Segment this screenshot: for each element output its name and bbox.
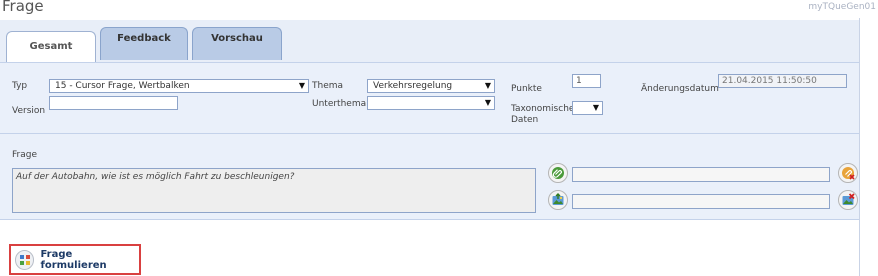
unterthema-select[interactable]: ▼ (367, 96, 495, 110)
tab-gesamt[interactable]: Gesamt (6, 31, 96, 63)
taxonomische-label: Taxonomische (511, 104, 575, 114)
image-field[interactable] (572, 194, 830, 209)
remove-link-icon (842, 167, 855, 180)
image-upload-icon (552, 193, 564, 205)
attach-link-button[interactable] (548, 163, 568, 183)
wizard-icon (15, 249, 35, 270)
version-field[interactable] (49, 96, 178, 110)
formulate-question-button[interactable]: Frage formulieren (9, 244, 141, 275)
remove-image-icon (842, 193, 855, 205)
thema-select-value: Verkehrsregelung (373, 81, 453, 91)
paperclip-icon (552, 167, 564, 179)
thema-select[interactable]: Verkehrsregelung ▼ (367, 79, 495, 93)
link-field[interactable] (572, 167, 830, 182)
attach-image-button[interactable] (548, 190, 568, 210)
taxonomische-label-line2: Daten (511, 115, 539, 125)
aenderungsdatum-label: Änderungsdatum (641, 84, 719, 94)
punkte-label: Punkte (511, 84, 542, 94)
vertical-divider (859, 18, 860, 276)
frage-label: Frage (12, 150, 37, 160)
punkte-field[interactable]: 1 (572, 74, 601, 88)
remove-image-button[interactable] (838, 190, 858, 210)
question-section: Frage Auf der Autobahn, wie ist es mögli… (0, 134, 859, 220)
chevron-down-icon: ▼ (592, 103, 599, 112)
unterthema-label: Unterthema (312, 99, 367, 109)
chevron-down-icon: ▼ (298, 81, 305, 90)
remove-link-button[interactable] (838, 163, 858, 183)
page-title: Frage (2, 0, 44, 15)
version-label: Version (12, 106, 46, 116)
main-panel: Gesamt Feedback Vorschau Typ 15 - Cursor… (0, 20, 859, 276)
tab-feedback[interactable]: Feedback (100, 27, 188, 60)
tab-vorschau[interactable]: Vorschau (192, 27, 282, 60)
typ-label: Typ (12, 81, 28, 91)
aenderungsdatum-field: 21.04.2015 11:50:50 (718, 74, 847, 88)
app-id-label: myTQueGen01 (808, 2, 876, 12)
taxonomische-select[interactable]: ▼ (572, 101, 603, 115)
formulate-question-label: Frage formulieren (40, 248, 107, 271)
metadata-form: Typ 15 - Cursor Frage, Wertbalken ▼ Vers… (0, 62, 859, 134)
chevron-down-icon: ▼ (484, 98, 491, 107)
typ-select-value: 15 - Cursor Frage, Wertbalken (55, 81, 190, 91)
thema-label: Thema (312, 81, 344, 91)
question-textarea[interactable]: Auf der Autobahn, wie ist es möglich Fah… (12, 168, 536, 213)
tab-bar: Gesamt Feedback Vorschau (0, 20, 859, 63)
typ-select[interactable]: 15 - Cursor Frage, Wertbalken ▼ (49, 79, 309, 93)
chevron-down-icon: ▼ (484, 81, 491, 90)
